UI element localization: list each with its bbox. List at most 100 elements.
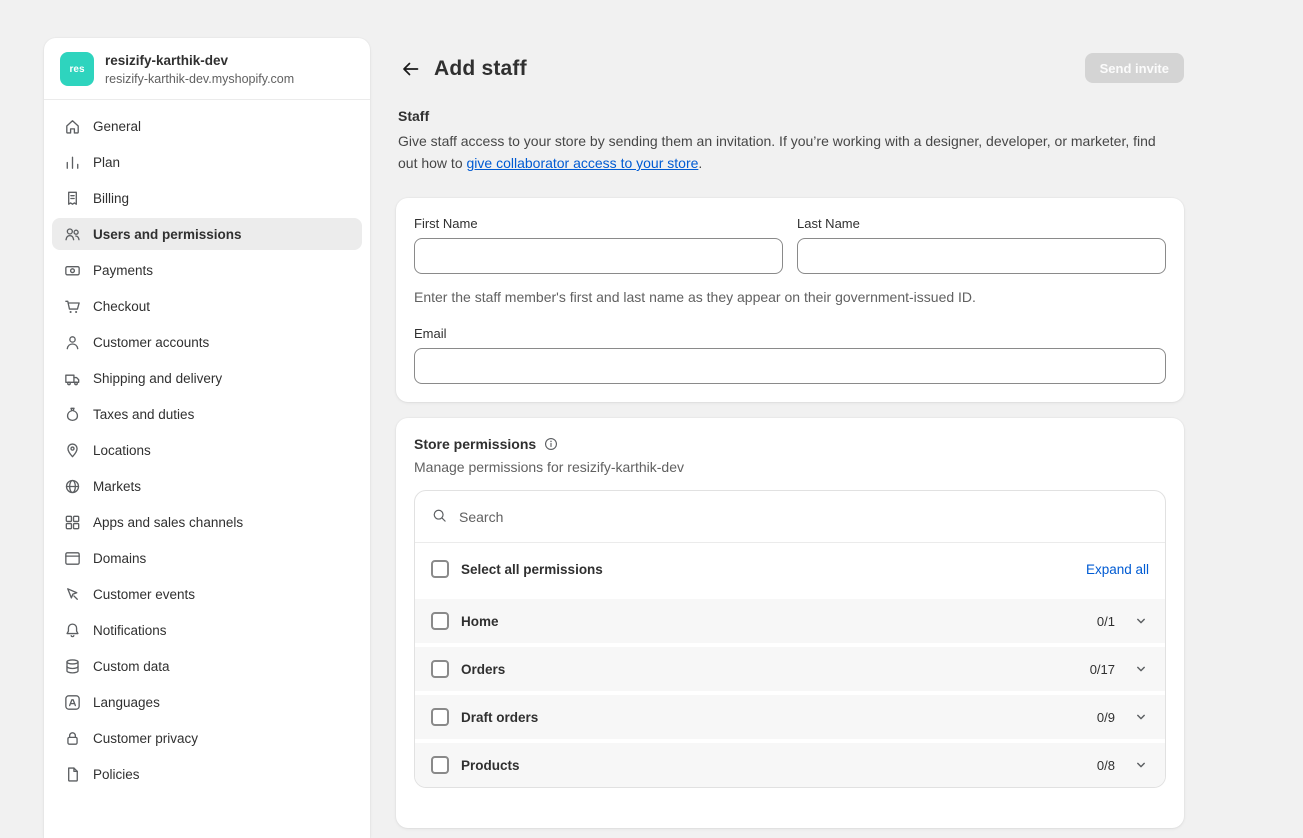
sidebar-item-general[interactable]: General	[52, 110, 362, 142]
expand-all-link[interactable]: Expand all	[1086, 562, 1149, 577]
staff-section-description: Give staff access to your store by sendi…	[398, 130, 1164, 174]
sidebar-item-taxes-and-duties[interactable]: Taxes and duties	[52, 398, 362, 430]
back-button[interactable]	[396, 54, 426, 84]
permission-row-home[interactable]: Home 0/1	[415, 599, 1165, 643]
select-all-row: Select all permissions Expand all	[415, 543, 1165, 595]
permission-count: 0/8	[1097, 758, 1115, 773]
permissions-header: Store permissions	[414, 436, 1166, 452]
chevron-down-icon[interactable]	[1133, 613, 1149, 629]
permission-label: Products	[461, 758, 520, 773]
sidebar-item-label: Plan	[93, 155, 120, 170]
sidebar-item-markets[interactable]: Markets	[52, 470, 362, 502]
sidebar-item-notifications[interactable]: Notifications	[52, 614, 362, 646]
last-name-input[interactable]	[797, 238, 1166, 274]
sidebar-item-label: Checkout	[93, 299, 150, 314]
permission-label: Home	[461, 614, 499, 629]
select-all-label: Select all permissions	[461, 562, 603, 577]
store-domain: resizify-karthik-dev.myshopify.com	[105, 72, 294, 86]
sidebar-item-billing[interactable]: Billing	[52, 182, 362, 214]
sidebar-item-label: General	[93, 119, 141, 134]
sidebar-item-label: Custom data	[93, 659, 170, 674]
select-all-checkbox[interactable]	[431, 560, 449, 578]
chart-icon	[62, 152, 82, 172]
sidebar-item-label: Markets	[93, 479, 141, 494]
collaborator-access-link[interactable]: give collaborator access to your store	[467, 155, 699, 171]
sidebar-item-domains[interactable]: Domains	[52, 542, 362, 574]
permission-label: Draft orders	[461, 710, 538, 725]
cursor-icon	[62, 584, 82, 604]
permission-checkbox-home[interactable]	[431, 612, 449, 630]
sidebar-item-customer-accounts[interactable]: Customer accounts	[52, 326, 362, 358]
search-input[interactable]	[457, 508, 1149, 526]
sidebar-item-users-and-permissions[interactable]: Users and permissions	[52, 218, 362, 250]
sidebar-item-label: Apps and sales channels	[93, 515, 243, 530]
permission-count: 0/17	[1090, 662, 1115, 677]
search-icon	[431, 507, 448, 527]
main-content: Add staff Send invite Staff Give staff a…	[396, 38, 1184, 828]
permissions-list: Select all permissions Expand all Home 0…	[414, 490, 1166, 788]
permission-label: Orders	[461, 662, 505, 677]
sidebar-item-label: Domains	[93, 551, 146, 566]
sidebar-item-checkout[interactable]: Checkout	[52, 290, 362, 322]
bell-icon	[62, 620, 82, 640]
cart-icon	[62, 296, 82, 316]
first-name-field-group: First Name	[414, 216, 783, 274]
globe-icon	[62, 476, 82, 496]
document-icon	[62, 764, 82, 784]
page-title: Add staff	[434, 57, 527, 81]
last-name-field-group: Last Name	[797, 216, 1166, 274]
description-text: .	[698, 155, 702, 171]
chevron-down-icon[interactable]	[1133, 757, 1149, 773]
location-pin-icon	[62, 440, 82, 460]
sidebar-item-payments[interactable]: Payments	[52, 254, 362, 286]
sidebar-item-languages[interactable]: Languages	[52, 686, 362, 718]
chevron-down-icon[interactable]	[1133, 709, 1149, 725]
permissions-title: Store permissions	[414, 436, 536, 452]
first-name-input[interactable]	[414, 238, 783, 274]
person-icon	[62, 332, 82, 352]
permission-checkbox-products[interactable]	[431, 756, 449, 774]
permission-row-orders[interactable]: Orders 0/17	[415, 647, 1165, 691]
store-avatar: res	[60, 52, 94, 86]
store-identity: resizify-karthik-dev resizify-karthik-de…	[105, 52, 294, 86]
sidebar-item-label: Taxes and duties	[93, 407, 194, 422]
page-header: Add staff Send invite	[396, 48, 1184, 90]
permissions-subtitle: Manage permissions for resizify-karthik-…	[414, 459, 1166, 475]
sidebar-item-customer-privacy[interactable]: Customer privacy	[52, 722, 362, 754]
sidebar-item-label: Customer accounts	[93, 335, 209, 350]
sidebar-item-policies[interactable]: Policies	[52, 758, 362, 790]
database-icon	[62, 656, 82, 676]
settings-nav: General Plan Billing Users and permissio…	[44, 100, 370, 804]
sidebar-item-shipping-and-delivery[interactable]: Shipping and delivery	[52, 362, 362, 394]
sidebar-item-customer-events[interactable]: Customer events	[52, 578, 362, 610]
permissions-search	[415, 491, 1165, 543]
permission-count: 0/9	[1097, 710, 1115, 725]
info-icon[interactable]	[543, 436, 559, 452]
sidebar-item-label: Customer events	[93, 587, 195, 602]
settings-sidebar: res resizify-karthik-dev resizify-karthi…	[44, 38, 370, 838]
sidebar-item-label: Billing	[93, 191, 129, 206]
sidebar-item-label: Users and permissions	[93, 227, 242, 242]
email-input[interactable]	[414, 348, 1166, 384]
permission-checkbox-orders[interactable]	[431, 660, 449, 678]
permission-row-draft-orders[interactable]: Draft orders 0/9	[415, 695, 1165, 739]
permission-row-products[interactable]: Products 0/8	[415, 743, 1165, 787]
permission-checkbox-draft-orders[interactable]	[431, 708, 449, 726]
sidebar-item-locations[interactable]: Locations	[52, 434, 362, 466]
sidebar-item-label: Locations	[93, 443, 151, 458]
send-invite-button[interactable]: Send invite	[1085, 53, 1184, 83]
receipt-icon	[62, 188, 82, 208]
sidebar-item-label: Notifications	[93, 623, 167, 638]
email-label: Email	[414, 326, 1166, 341]
sidebar-item-plan[interactable]: Plan	[52, 146, 362, 178]
last-name-label: Last Name	[797, 216, 1166, 231]
staff-details-card: First Name Last Name Enter the staff mem…	[396, 198, 1184, 402]
sidebar-item-apps-and-sales-channels[interactable]: Apps and sales channels	[52, 506, 362, 538]
chevron-down-icon[interactable]	[1133, 661, 1149, 677]
truck-icon	[62, 368, 82, 388]
sidebar-item-label: Languages	[93, 695, 160, 710]
store-name: resizify-karthik-dev	[105, 52, 294, 69]
sidebar-item-label: Shipping and delivery	[93, 371, 222, 386]
grid-icon	[62, 512, 82, 532]
sidebar-item-custom-data[interactable]: Custom data	[52, 650, 362, 682]
